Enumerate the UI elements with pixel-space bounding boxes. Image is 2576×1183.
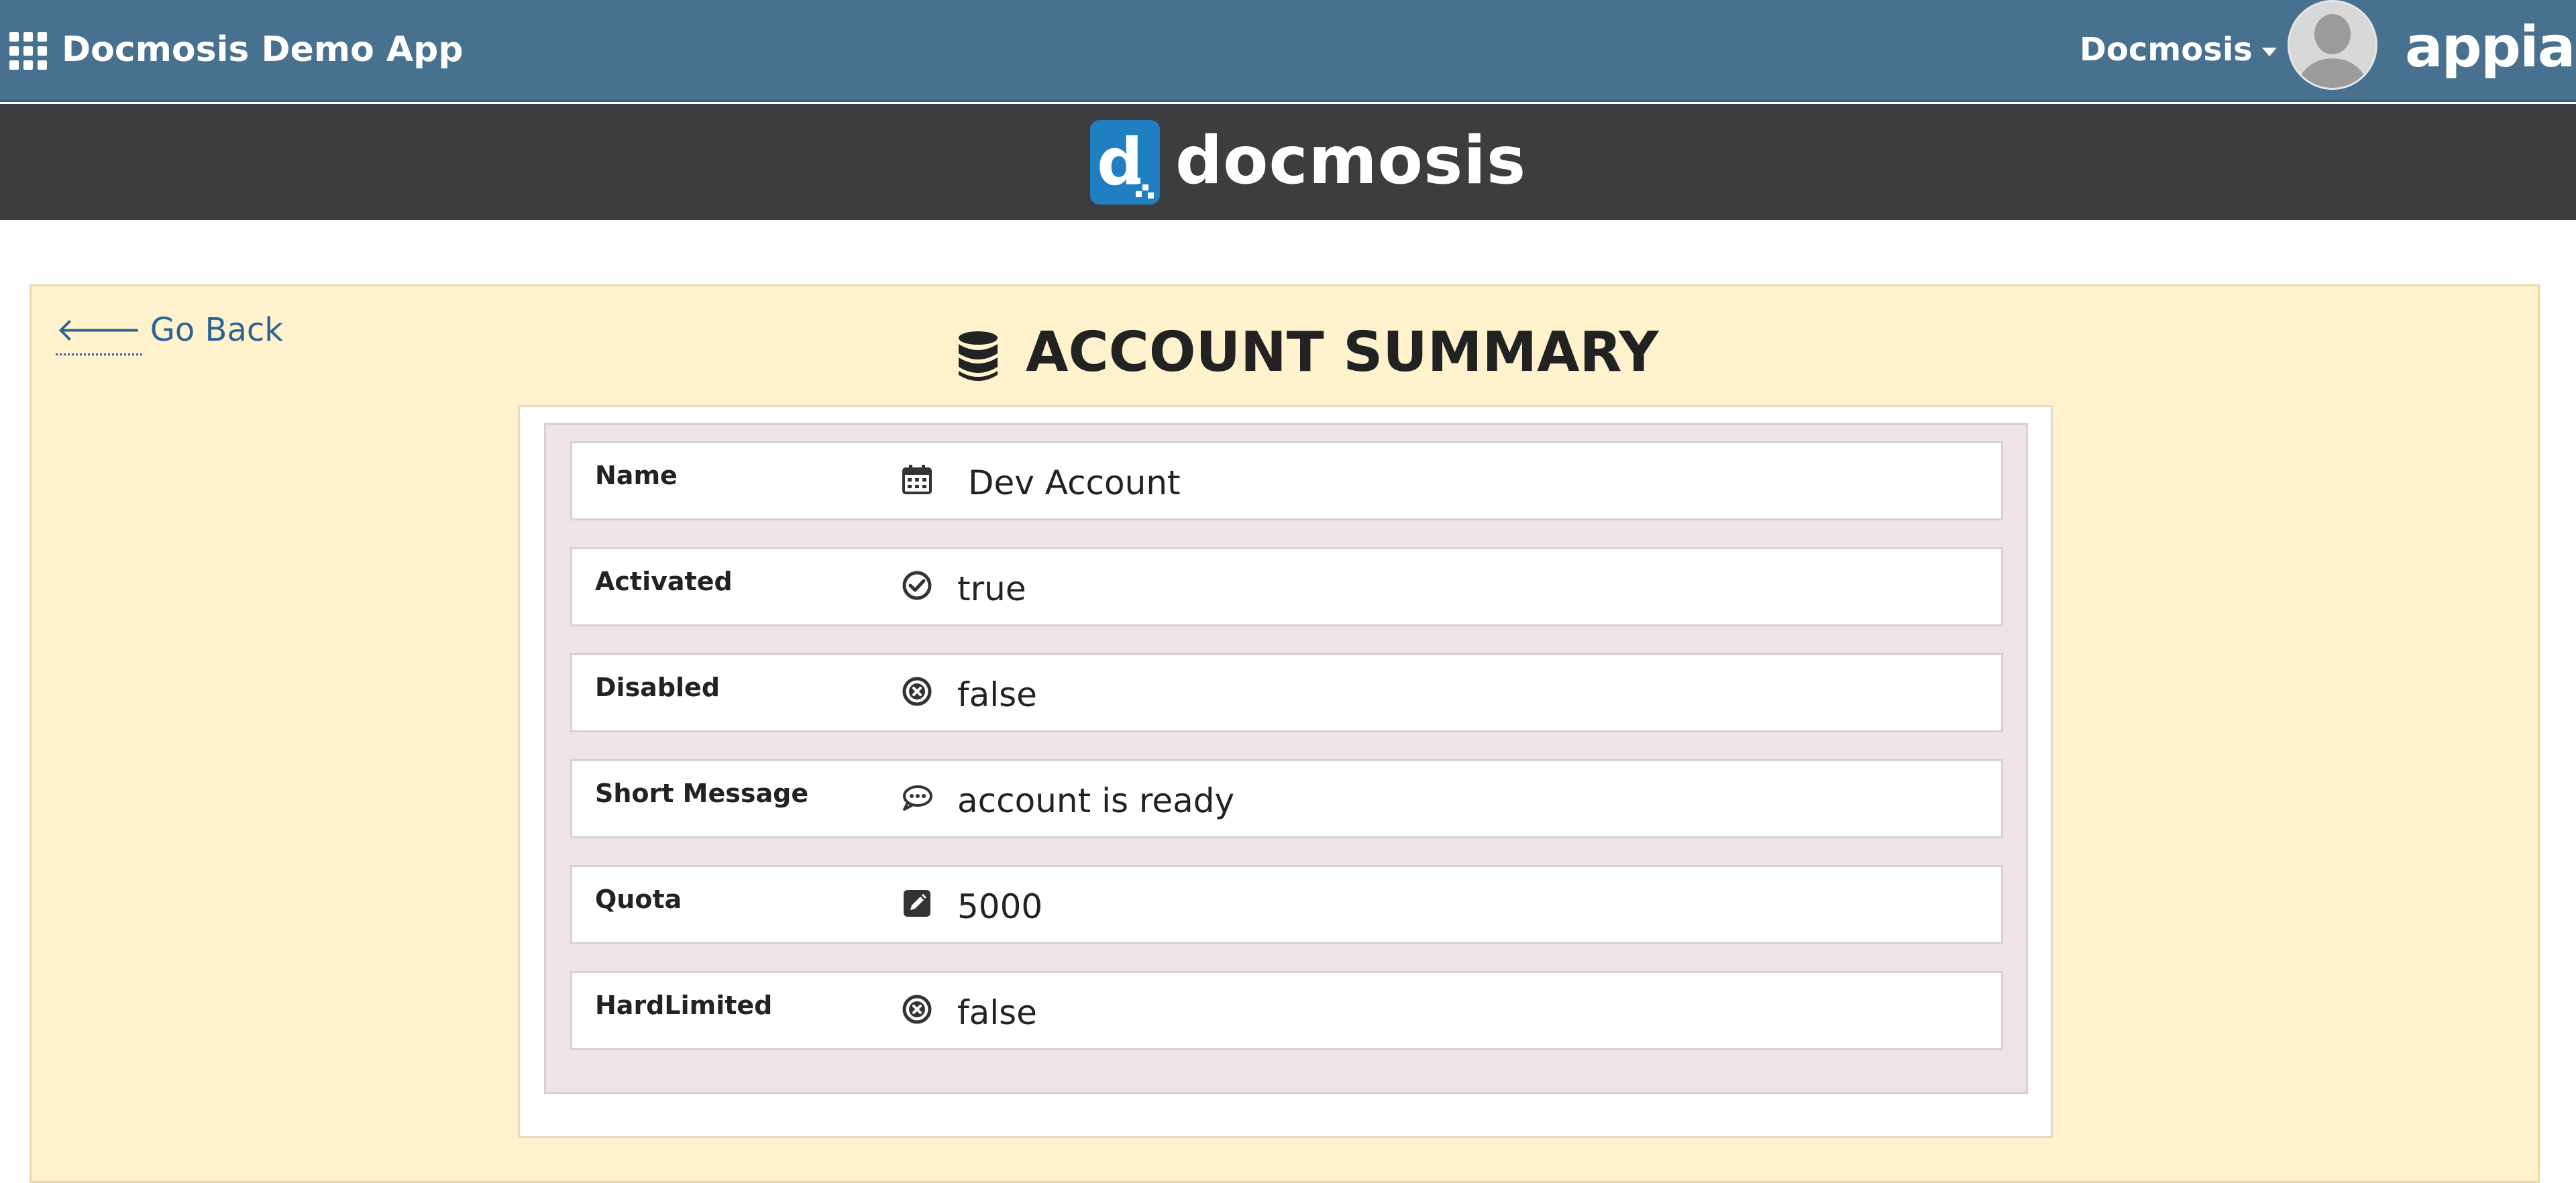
avatar-body-shape bbox=[2299, 58, 2366, 88]
field-label: Name bbox=[595, 461, 678, 490]
times-circle-icon bbox=[902, 995, 932, 1024]
field-row-activated: Activated true bbox=[570, 547, 2003, 626]
app-launcher-grid-icon[interactable] bbox=[9, 32, 47, 70]
field-value: false bbox=[957, 675, 1037, 714]
field-label: Short Message bbox=[595, 779, 809, 808]
docmosis-wordmark: docmosis bbox=[1175, 123, 1527, 199]
field-value: true bbox=[957, 569, 1026, 608]
field-row-disabled: Disabled false bbox=[570, 653, 2003, 732]
field-label: HardLimited bbox=[595, 991, 773, 1020]
field-value: 5000 bbox=[957, 887, 1043, 926]
appian-logo: appian bbox=[2405, 14, 2576, 80]
times-circle-icon bbox=[902, 677, 932, 706]
check-circle-icon bbox=[902, 571, 932, 600]
go-back-link[interactable]: 🡐 Go Back bbox=[56, 306, 284, 355]
page-title-text: ACCOUNT SUMMARY bbox=[1026, 321, 1659, 384]
user-menu-button[interactable]: Docmosis bbox=[2080, 23, 2277, 76]
avatar-head-shape bbox=[2314, 14, 2351, 54]
go-back-label: Go Back bbox=[150, 311, 284, 349]
account-summary-panel: 🡐 Go Back ACCOUNT SUMMARY Name Dev Accou… bbox=[30, 284, 2540, 1183]
field-label: Quota bbox=[595, 885, 682, 914]
comment-icon bbox=[903, 785, 932, 811]
summary-card: Name Dev Account Activated true Disabled… bbox=[518, 405, 2053, 1138]
field-label: Disabled bbox=[595, 673, 720, 702]
database-icon bbox=[959, 331, 998, 381]
field-label: Activated bbox=[595, 567, 733, 596]
calendar-icon bbox=[902, 465, 932, 494]
user-menu-label: Docmosis bbox=[2080, 31, 2253, 68]
field-value: false bbox=[957, 993, 1037, 1032]
page-title: ACCOUNT SUMMARY bbox=[957, 316, 1659, 390]
arrow-left-icon: 🡐 bbox=[56, 306, 142, 355]
summary-fields-container: Name Dev Account Activated true Disabled… bbox=[544, 423, 2028, 1094]
edit-icon bbox=[904, 890, 930, 917]
field-value: account is ready bbox=[957, 781, 1235, 820]
field-row-hardlimited: HardLimited false bbox=[570, 971, 2003, 1050]
user-avatar[interactable] bbox=[2288, 0, 2377, 90]
top-app-bar: Docmosis Demo App Docmosis appian bbox=[0, 0, 2576, 102]
app-title[interactable]: Docmosis Demo App bbox=[62, 23, 464, 76]
caret-down-icon bbox=[2261, 47, 2277, 56]
docmosis-banner: d docmosis bbox=[0, 104, 2576, 220]
field-row-short-message: Short Message account is ready bbox=[570, 759, 2003, 838]
docmosis-logo-letter: d bbox=[1097, 125, 1143, 200]
docmosis-logo-icon: d bbox=[1090, 120, 1160, 205]
field-row-name: Name Dev Account bbox=[570, 441, 2003, 520]
field-value: Dev Account bbox=[968, 463, 1181, 502]
field-row-quota: Quota 5000 bbox=[570, 865, 2003, 944]
